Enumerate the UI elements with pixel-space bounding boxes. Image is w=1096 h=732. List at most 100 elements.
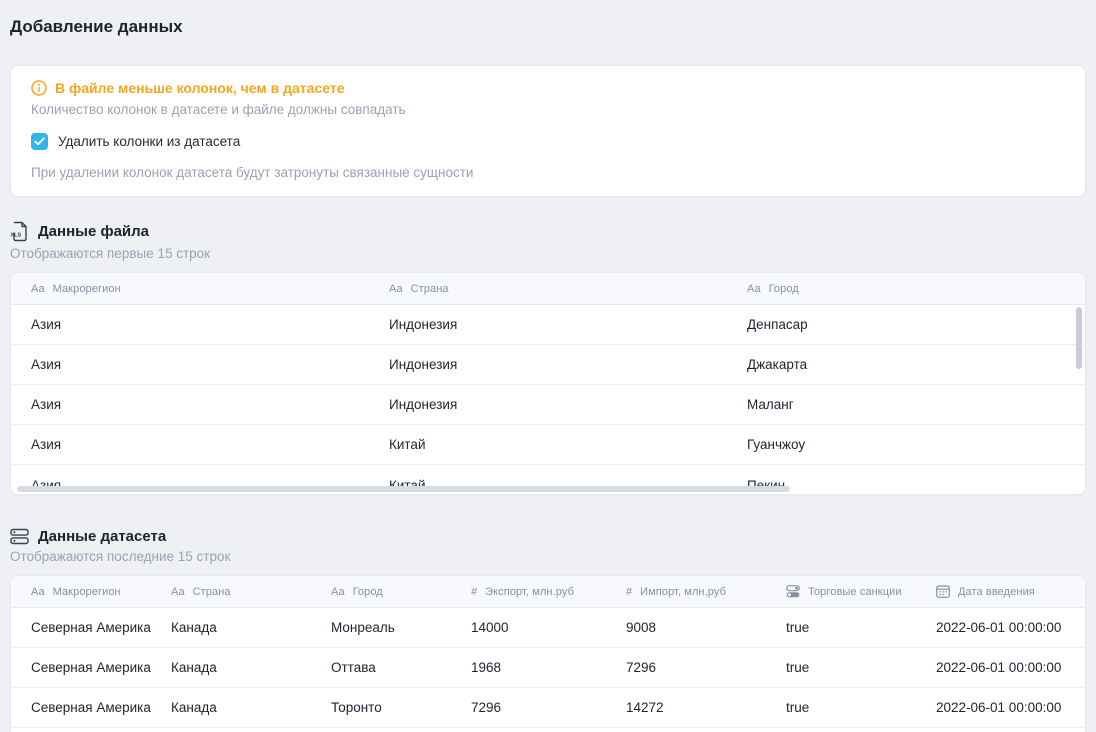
table-cell: 2022-06-01 00:00:00 [916, 700, 1085, 715]
table-cell: Северная Америка [11, 660, 151, 675]
table-cell: 7296 [606, 660, 766, 675]
table-row: АзияИндонезияМаланг [11, 385, 1085, 425]
dataset-section-title: Данные датасета [38, 528, 166, 545]
table-cell: Индонезия [369, 357, 727, 372]
text-type-icon: Аа [331, 586, 345, 598]
horizontal-scrollbar-thumb[interactable] [17, 486, 790, 492]
file-data-section-header: XLS Данные файла [10, 221, 1086, 242]
file-data-table: АаМакрорегионАаСтранаАаГородАзияИндонези… [11, 273, 1085, 495]
table-cell: 9008 [606, 620, 766, 635]
text-type-icon: Аа [171, 586, 185, 598]
dataset-table-card: Аа Макрорегион Аа Страна Аа Город # Экспорт, мл… [10, 575, 1086, 732]
table-cell: Индонезия [369, 317, 727, 332]
column-header: Аа Страна [151, 586, 311, 598]
dataset-section-header: Данные датасета [10, 528, 1086, 545]
table-cell: Канада [151, 620, 311, 635]
add-data-page: Добавление данных В файле меньше колонок… [0, 0, 1096, 732]
column-header-label: Дата введения [958, 586, 1035, 598]
column-mismatch-warning-card: В файле меньше колонок, чем в датасете К… [10, 65, 1086, 197]
table-cell: 1968 [451, 660, 606, 675]
table-cell: true [766, 620, 916, 635]
table-cell: 2022-06-01 00:00:00 [916, 620, 1085, 635]
column-header: # Импорт, млн,руб [606, 586, 766, 598]
database-icon [10, 528, 29, 545]
table-cell: 2022-06-01 00:00:00 [916, 660, 1085, 675]
text-type-icon: Аа [389, 283, 403, 295]
table-cell: 14272 [606, 700, 766, 715]
xls-file-icon: XLS [10, 221, 29, 242]
file-data-section-title: Данные файла [38, 223, 149, 240]
boolean-type-icon [786, 585, 800, 598]
table-cell: 14000 [451, 620, 606, 635]
delete-columns-checkbox-label[interactable]: Удалить колонки из датасета [58, 134, 240, 149]
page-title: Добавление данных [10, 17, 1086, 37]
table-row: АзияИндонезияДенпасар [11, 305, 1085, 345]
dataset-section-subtitle: Отображаются последние 15 строк [10, 549, 1086, 564]
column-header-label: Макрорегион [53, 586, 121, 598]
text-type-icon: Аа [747, 283, 761, 295]
table-cell: Оттава [311, 660, 451, 675]
table-row: Северная АмерикаКанадаТоронто729614272tr… [11, 688, 1085, 728]
table-row: АзияИндонезияДжакарта [11, 345, 1085, 385]
column-header: Аа Макрорегион [11, 586, 151, 598]
warning-title-row: В файле меньше колонок, чем в датасете [31, 80, 1065, 96]
checkmark-icon [34, 137, 45, 146]
file-data-section-subtitle: Отображаются первые 15 строк [10, 246, 1086, 261]
table-cell: Денпасар [727, 317, 1085, 332]
warning-subtitle: Количество колонок в датасете и файле до… [31, 102, 1065, 117]
column-header-label: Страна [193, 586, 231, 598]
table-cell: Китай [369, 437, 727, 452]
column-header-label: Город [769, 283, 799, 295]
text-type-icon: Аа [31, 283, 45, 295]
table-cell: Азия [11, 317, 369, 332]
table-cell: Маланг [727, 397, 1085, 412]
text-type-icon: Аа [31, 586, 45, 598]
table-row: АзияКитайГуанчжоу [11, 425, 1085, 465]
column-header: Аа Макрорегион [11, 283, 369, 295]
table-row: Северная АмерикаКанадаОттава19687296true… [11, 648, 1085, 688]
warning-title: В файле меньше колонок, чем в датасете [55, 80, 344, 96]
column-header-label: Город [353, 586, 383, 598]
table-cell: true [766, 700, 916, 715]
table-cell: Монреаль [311, 620, 451, 635]
table-cell: Азия [11, 357, 369, 372]
table-cell: Джакарта [727, 357, 1085, 372]
table-cell: 7296 [451, 700, 606, 715]
table-cell: Канада [151, 700, 311, 715]
column-header: # Экспорт, млн.руб [451, 586, 606, 598]
table-cell: Азия [11, 437, 369, 452]
table-cell: Торонто [311, 700, 451, 715]
table-cell: Канада [151, 660, 311, 675]
column-header: Аа Страна [369, 283, 727, 295]
number-type-icon: # [626, 586, 632, 598]
table-cell: Азия [11, 397, 369, 412]
table-cell: Северная Америка [11, 700, 151, 715]
table-cell: true [766, 660, 916, 675]
column-header-label: Страна [411, 283, 449, 295]
table-cell: Гуанчжоу [727, 437, 1085, 452]
column-header: Аа Город [727, 283, 1085, 295]
svg-text:XLS: XLS [11, 233, 22, 239]
delete-columns-checkbox-row: Удалить колонки из датасета [31, 133, 1065, 150]
column-header-label: Экспорт, млн.руб [485, 586, 574, 598]
column-header: Торговые санкции [766, 585, 916, 598]
table-cell: Индонезия [369, 397, 727, 412]
file-data-table-card: АаМакрорегионАаСтранаАаГородАзияИндонези… [10, 272, 1086, 495]
column-header: Дата введения [916, 585, 1085, 598]
vertical-scrollbar-thumb[interactable] [1076, 307, 1082, 369]
column-header-label: Торговые санкции [808, 586, 902, 598]
warning-note: При удалении колонок датасета будут затр… [31, 165, 1065, 180]
delete-columns-checkbox[interactable] [31, 133, 48, 150]
dataset-table: Аа Макрорегион Аа Страна Аа Город # Экспорт, мл… [11, 576, 1085, 732]
table-row: Северная АмерикаКанадаМонреаль140009008t… [11, 608, 1085, 648]
column-header-label: Импорт, млн,руб [640, 586, 726, 598]
column-header: Аа Город [311, 586, 451, 598]
date-type-icon [936, 585, 950, 598]
table-header-row: Аа Макрорегион Аа Страна Аа Город [11, 273, 1085, 305]
column-header-label: Макрорегион [53, 283, 121, 295]
info-circle-icon [31, 80, 47, 96]
table-header-row: Аа Макрорегион Аа Страна Аа Город # Экспорт, мл… [11, 576, 1085, 608]
number-type-icon: # [471, 586, 477, 598]
table-row: Северная АмерикаСШАЛос-Анджелес72968736t… [11, 728, 1085, 732]
table-cell: Северная Америка [11, 620, 151, 635]
